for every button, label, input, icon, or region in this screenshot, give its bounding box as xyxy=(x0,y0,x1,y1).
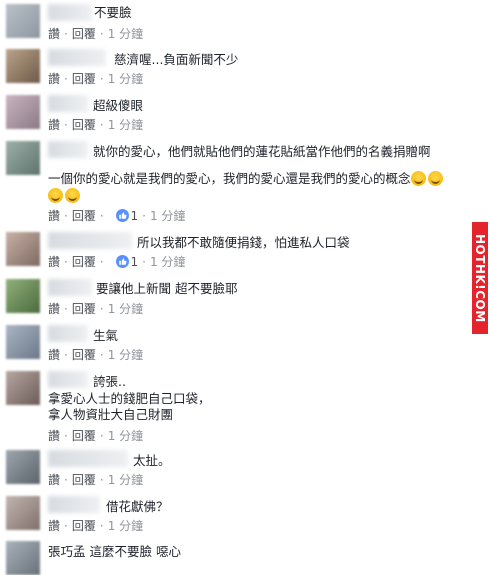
commenter-name[interactable] xyxy=(48,49,106,66)
reply-button[interactable]: 回覆 xyxy=(72,254,96,270)
comment-actions: 讚 · 回覆 · 1 分鐘 xyxy=(48,472,144,488)
comment-actions: 讚 · 回覆 · 1 分鐘 xyxy=(48,518,144,534)
like-button[interactable]: 讚 xyxy=(48,428,60,444)
comment-text: 生氣 xyxy=(93,328,119,343)
like-button[interactable]: 讚 xyxy=(48,472,60,488)
timestamp[interactable]: 1 分鐘 xyxy=(108,472,143,488)
avatar[interactable] xyxy=(6,541,40,575)
reply-button[interactable]: 回覆 xyxy=(72,117,96,133)
laughing-emoji-icon xyxy=(427,171,443,186)
comment-actions: 讚 · 回覆 · 1 分鐘 xyxy=(48,428,144,444)
reply-button[interactable]: 回覆 xyxy=(72,347,96,363)
comment-text: 誇張.. xyxy=(93,374,126,389)
comment-actions: 讚 · 回覆 · 1 分鐘 xyxy=(48,71,144,87)
comment-text: 不要臉 xyxy=(94,5,132,20)
timestamp[interactable]: 1 分鐘 xyxy=(108,428,143,444)
like-button[interactable]: 讚 xyxy=(48,347,60,363)
comment-text-line3: 拿人物資壯大自己財團 xyxy=(48,407,174,422)
comment-actions: 讚 · 回覆 · 1 分鐘 xyxy=(48,347,144,363)
laughing-emoji-icon xyxy=(65,188,80,203)
avatar[interactable] xyxy=(6,232,40,266)
like-button[interactable]: 讚 xyxy=(48,117,60,133)
comment-actions: 讚 · 回覆 · 1 分鐘 xyxy=(48,26,144,42)
comment-actions: 讚 · 回覆 · 1 分鐘 xyxy=(48,301,144,317)
avatar[interactable] xyxy=(6,141,40,175)
commenter-name[interactable] xyxy=(48,279,92,296)
timestamp[interactable]: 1 分鐘 xyxy=(108,518,143,534)
thumbs-up-icon[interactable] xyxy=(115,255,129,268)
laughing-emoji-icon xyxy=(410,171,426,186)
comment-text: 慈濟喔...負面新聞不少 xyxy=(114,52,239,67)
timestamp[interactable]: 1 分鐘 xyxy=(108,26,143,42)
laughing-emoji-icon xyxy=(48,188,63,203)
reply-button[interactable]: 回覆 xyxy=(72,472,96,488)
comment-actions: 讚 · 回覆 · 1 分鐘 xyxy=(48,117,144,133)
comment-text: 就你的愛心，他們就貼他們的蓮花貼紙當作他們的名義捐贈啊 xyxy=(93,144,431,159)
comment-text: 所以我都不敢隨便捐錢，怕進私人口袋 xyxy=(137,235,350,250)
comment-actions: 讚 · 回覆 · 1 · 1 分鐘 xyxy=(48,254,186,270)
timestamp[interactable]: 1 分鐘 xyxy=(150,208,185,224)
reply-button[interactable]: 回覆 xyxy=(72,428,96,444)
emoji-line xyxy=(48,187,82,204)
comment-text: 借花獻佛？ xyxy=(106,499,169,514)
avatar[interactable] xyxy=(6,95,40,129)
avatar[interactable] xyxy=(6,4,40,38)
commenter-name[interactable] xyxy=(48,450,128,467)
comment-text: 超級傻眼 xyxy=(93,98,144,113)
commenter-name[interactable] xyxy=(48,232,132,249)
commenter-name[interactable] xyxy=(48,371,88,388)
comment-text-line2: 一個你的愛心就是我們的愛心，我們的愛心還是我們的愛心的概念 xyxy=(48,170,445,187)
like-count[interactable]: 1 xyxy=(131,208,139,224)
avatar[interactable] xyxy=(6,450,40,484)
avatar[interactable] xyxy=(6,371,40,405)
like-button[interactable]: 讚 xyxy=(48,26,60,42)
reply-button[interactable]: 回覆 xyxy=(72,518,96,534)
timestamp[interactable]: 1 分鐘 xyxy=(108,117,143,133)
commenter-name[interactable] xyxy=(48,496,100,513)
like-button[interactable]: 讚 xyxy=(48,518,60,534)
like-count[interactable]: 1 xyxy=(131,254,139,270)
commenter-name[interactable] xyxy=(48,95,88,112)
like-button[interactable]: 讚 xyxy=(48,208,60,224)
reply-button[interactable]: 回覆 xyxy=(72,301,96,317)
commenter-name[interactable] xyxy=(48,4,92,21)
timestamp[interactable]: 1 分鐘 xyxy=(150,254,185,270)
commenter-name[interactable] xyxy=(48,325,88,342)
timestamp[interactable]: 1 分鐘 xyxy=(108,71,143,87)
comment-text-line2: 拿愛心人士的錢肥自己口袋， xyxy=(48,391,211,406)
avatar[interactable] xyxy=(6,279,40,313)
comment-text: 要讓他上新聞 超不要臉耶 xyxy=(96,281,238,296)
thumbs-up-icon[interactable] xyxy=(115,209,129,222)
reply-button[interactable]: 回覆 xyxy=(72,208,96,224)
avatar[interactable] xyxy=(6,49,40,83)
reply-button[interactable]: 回覆 xyxy=(72,26,96,42)
comment-actions: 讚 · 回覆 · 1 · 1 分鐘 xyxy=(48,208,186,224)
avatar[interactable] xyxy=(6,325,40,359)
like-button[interactable]: 讚 xyxy=(48,71,60,87)
timestamp[interactable]: 1 分鐘 xyxy=(108,347,143,363)
timestamp[interactable]: 1 分鐘 xyxy=(108,301,143,317)
like-button[interactable]: 讚 xyxy=(48,301,60,317)
comment-text: 太扯。 xyxy=(133,453,171,468)
reply-button[interactable]: 回覆 xyxy=(72,71,96,87)
like-button[interactable]: 讚 xyxy=(48,254,60,270)
avatar[interactable] xyxy=(6,496,40,530)
watermark: HOTHK!COM xyxy=(472,222,488,334)
commenter-name[interactable] xyxy=(48,141,88,158)
